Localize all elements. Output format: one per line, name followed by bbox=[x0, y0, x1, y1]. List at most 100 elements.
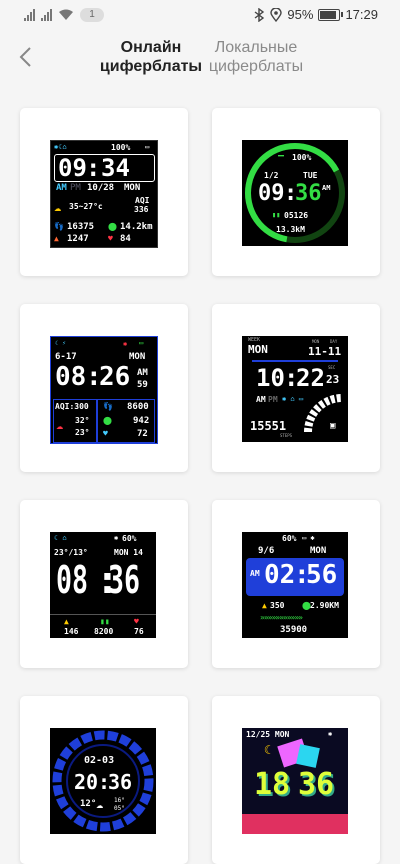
watch-face-card[interactable]: 60% ▭ ✱ 9/6 MON AM 02 : 56 ▲ 350 ⬤ 2.90K… bbox=[212, 500, 380, 668]
steps: 05126 bbox=[284, 211, 309, 220]
date: 02-03 bbox=[84, 755, 115, 766]
calories-icon: ▲ bbox=[64, 617, 69, 626]
steps: 8600 bbox=[127, 402, 149, 412]
watch-face-preview: 02-03 20 : 36 12° ☁ 16° 05° bbox=[50, 728, 156, 834]
time-hours: 20 bbox=[74, 770, 99, 794]
calories-icon: ▲ bbox=[262, 601, 267, 610]
steps-icon: ▣ bbox=[330, 421, 336, 431]
temp-low: 05° bbox=[114, 805, 125, 812]
time-minutes: 36 bbox=[295, 181, 322, 206]
watch-face-preview: ☾ ⚡ ✱ ▭ 6-17 MON 08 : 26 AM 59 AQI:300 ☁… bbox=[50, 336, 158, 444]
time-hours: 08 bbox=[56, 558, 89, 602]
battery-percent: 95% bbox=[287, 7, 314, 22]
status-left: 1 bbox=[24, 8, 104, 22]
seconds: 59 bbox=[137, 380, 148, 390]
steps-icon: 👣 bbox=[103, 402, 113, 411]
ampm: AM bbox=[250, 569, 260, 578]
time-hours: 09 bbox=[258, 181, 285, 206]
face-battery: 60% bbox=[282, 534, 297, 543]
distance: 14.2km bbox=[120, 222, 153, 232]
time-hours: 09 bbox=[58, 154, 87, 182]
mon-label: MON bbox=[312, 339, 320, 344]
weekday: MON bbox=[248, 343, 268, 356]
ampm: AM bbox=[322, 184, 331, 192]
bluetooth-icon: ✱ bbox=[123, 340, 128, 348]
watch-face-preview: ▬▬ 100% 1/2 TUE 09 : 36 AM ▮▮ 05126 13.3… bbox=[242, 140, 348, 246]
notification-badge: 1 bbox=[80, 8, 104, 22]
time-hours: 10 bbox=[256, 364, 285, 392]
weekday: MON bbox=[124, 183, 141, 193]
steps: 16375 bbox=[67, 222, 95, 232]
watch-face-preview: WEEK MON MON DAY 11-11 10 : 22 SEC 23 AM… bbox=[242, 336, 348, 442]
ampm: AM bbox=[137, 368, 148, 378]
heart-icon: ♥ bbox=[103, 429, 108, 438]
date: 6-17 bbox=[55, 352, 77, 362]
watch-face-card[interactable]: ☾ ⚡ ✱ ▭ 6-17 MON 08 : 26 AM 59 AQI:300 ☁… bbox=[20, 304, 188, 472]
decorative-cube bbox=[296, 744, 320, 768]
time-minutes: 22 bbox=[296, 364, 325, 392]
heart-rate: 76 bbox=[134, 627, 144, 636]
distance: 942 bbox=[133, 416, 150, 426]
page-indicator: 1/2 bbox=[264, 171, 279, 180]
am-label: AM bbox=[56, 183, 67, 193]
watch-face-card[interactable]: WEEK MON MON DAY 11-11 10 : 22 SEC 23 AM… bbox=[212, 304, 380, 472]
battery-icon: ▭ bbox=[139, 339, 144, 347]
aqi-label: AQI bbox=[135, 196, 150, 205]
steps: 15551 bbox=[250, 419, 287, 433]
date: 10/28 bbox=[87, 183, 115, 193]
status-icons: ☾ ⌂ bbox=[54, 534, 67, 542]
watch-face-preview: ✱☾⌂ 100% ▭ 09 : 34 AM PM 10/28 MON ☁ 35~… bbox=[50, 140, 158, 248]
time-hours: 08 bbox=[55, 362, 87, 392]
decorative-ground bbox=[242, 814, 348, 834]
tab-online-label-line1: Онлайн bbox=[120, 39, 182, 56]
steps: 8200 bbox=[94, 627, 114, 636]
steps-icon: ▮▮ bbox=[272, 211, 281, 219]
status-right: 95% 17:29 bbox=[253, 7, 378, 22]
seconds: 23 bbox=[326, 373, 340, 386]
tab-online-faces[interactable]: Онлайн циферблаты bbox=[96, 38, 206, 76]
aqi: AQI:300 bbox=[55, 402, 89, 411]
location-icon bbox=[270, 7, 283, 22]
weather-icon: ☁ bbox=[96, 797, 104, 811]
aqi-value: 336 bbox=[134, 205, 149, 214]
watch-face-card[interactable]: 12/25 MON ✱ ☾ 18 36 bbox=[212, 696, 380, 864]
watch-face-card[interactable]: 02-03 20 : 36 12° ☁ 16° 05° bbox=[20, 696, 188, 864]
temperature: 23°/13° bbox=[54, 548, 88, 557]
divider bbox=[252, 360, 338, 362]
calories-icon: ▲ bbox=[54, 234, 59, 243]
heart-rate: 72 bbox=[137, 429, 148, 439]
steps-label: STEPS bbox=[280, 433, 293, 438]
heart-icon: ♥ bbox=[108, 234, 113, 243]
time-minutes: 56 bbox=[306, 560, 338, 590]
tab-local-label-line2: циферблаты bbox=[208, 58, 304, 75]
weather-icon: ☁ bbox=[54, 200, 62, 214]
back-button[interactable] bbox=[12, 40, 40, 74]
distance: 2.90KM bbox=[310, 601, 339, 610]
calories: 1247 bbox=[67, 234, 89, 244]
date: 12/25 MON bbox=[246, 730, 290, 739]
face-battery: 100% bbox=[292, 153, 312, 162]
progress-arrows: »»»»»»»»»»» bbox=[260, 613, 303, 622]
watch-face-card[interactable]: ☾ ⌂ ✱ 60% 23°/13° MON 14 08 : 36 ▲ 146 ▮… bbox=[20, 500, 188, 668]
pm-label: PM bbox=[70, 183, 81, 193]
time-hours: 18 bbox=[254, 767, 291, 802]
bluetooth-icon: ✱☾⌂ bbox=[54, 143, 67, 151]
weekday: MON bbox=[129, 352, 146, 362]
location-icon: ⬤ bbox=[103, 416, 112, 425]
temp-low: 23° bbox=[75, 428, 90, 437]
signal-icon-2 bbox=[41, 9, 52, 21]
header: Онлайн циферблаты Локальные циферблаты bbox=[0, 30, 400, 86]
watch-face-card[interactable]: ✱☾⌂ 100% ▭ 09 : 34 AM PM 10/28 MON ☁ 35~… bbox=[20, 108, 188, 276]
watch-face-card[interactable]: ▬▬ 100% 1/2 TUE 09 : 36 AM ▮▮ 05126 13.3… bbox=[212, 108, 380, 276]
time-colon: : bbox=[86, 154, 101, 182]
tab-online-label-line2: циферблаты bbox=[99, 58, 203, 75]
battery-icon: ▬▬ bbox=[278, 153, 285, 159]
day-label: DAY bbox=[330, 339, 338, 344]
battery-icon: ▭ ✱ bbox=[302, 534, 315, 542]
activity-arc bbox=[304, 394, 343, 433]
tab-local-faces[interactable]: Локальные циферблаты bbox=[201, 38, 311, 76]
tab-local-label-line1: Локальные bbox=[214, 39, 298, 56]
temp-high: 16° bbox=[114, 797, 125, 804]
pm-label: PM bbox=[268, 395, 278, 404]
clock: 17:29 bbox=[345, 7, 378, 22]
